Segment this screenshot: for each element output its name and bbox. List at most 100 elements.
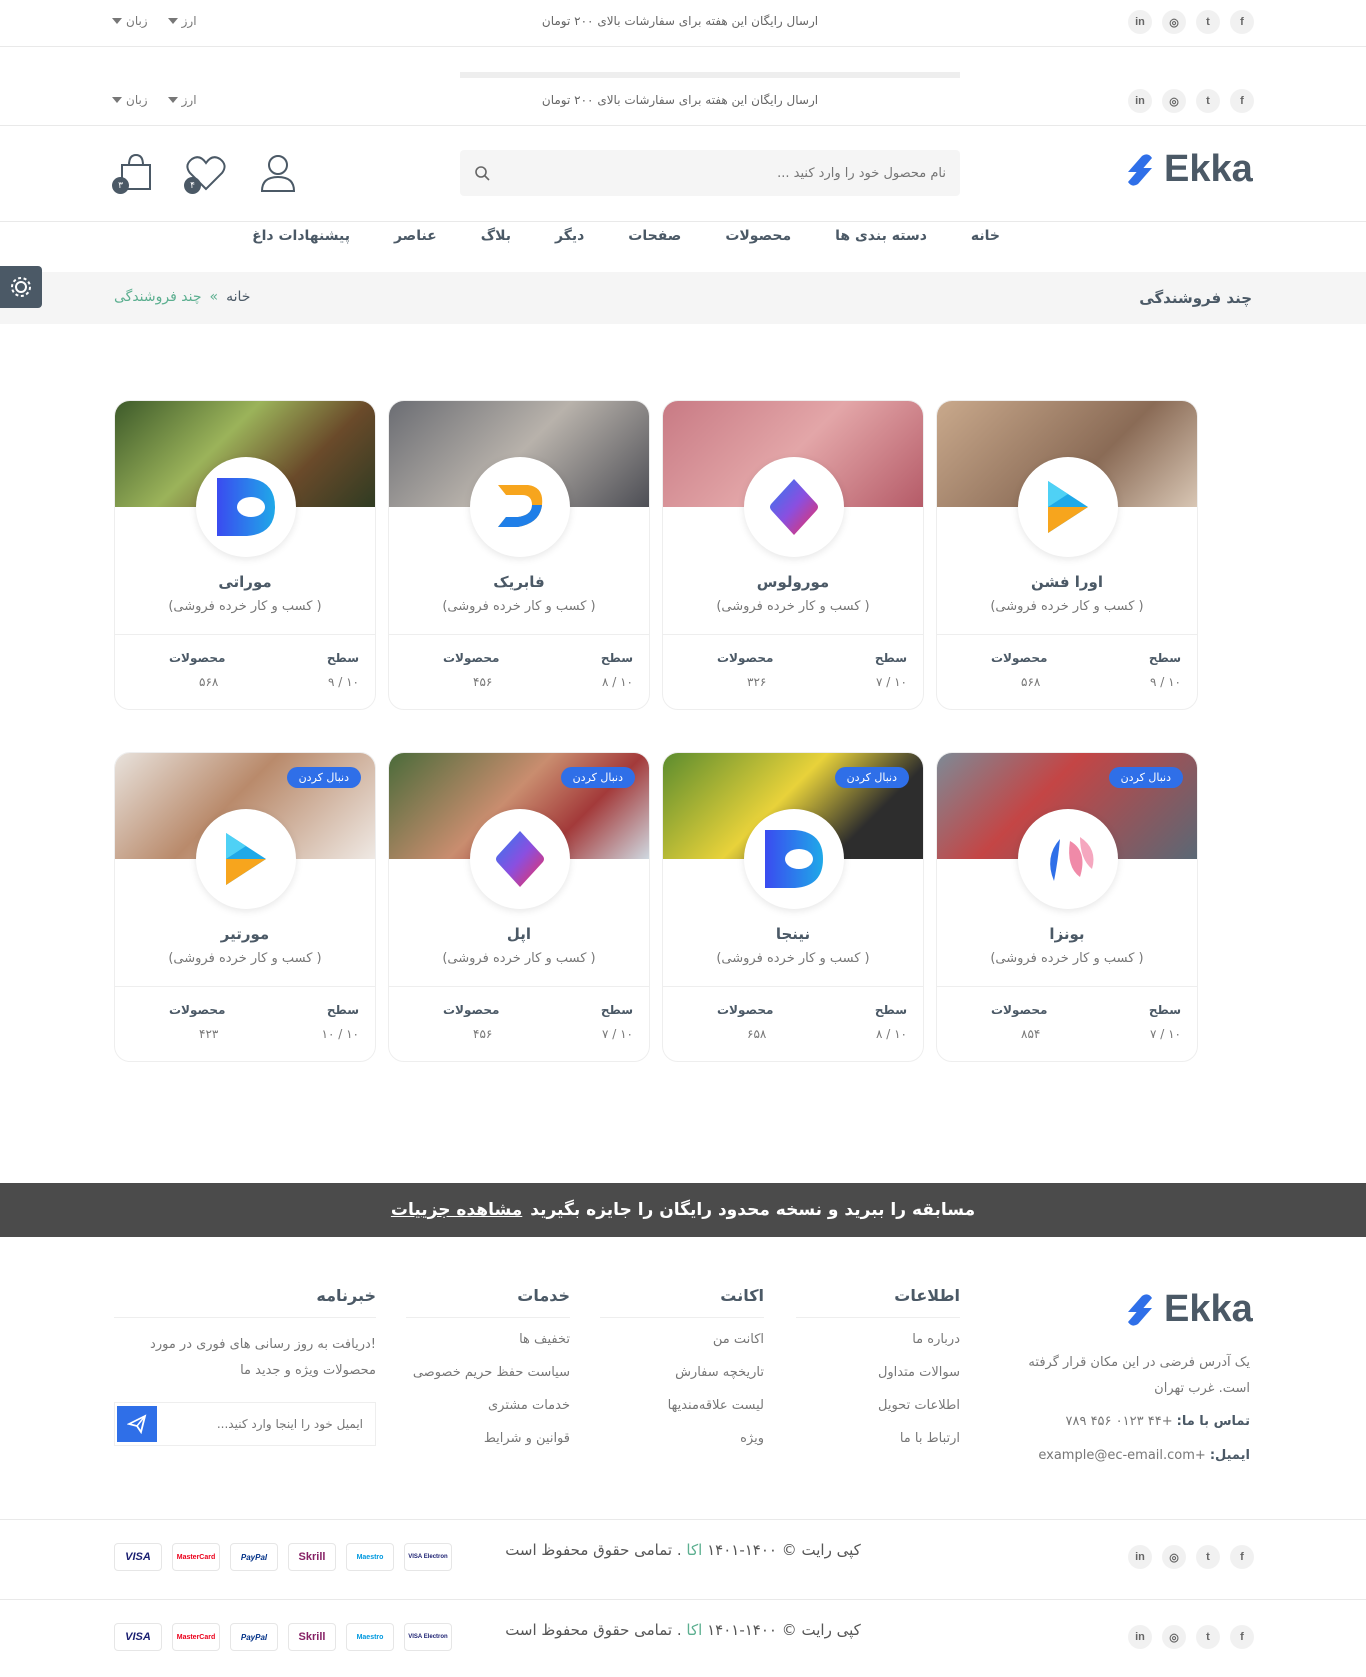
vendor-logo[interactable] bbox=[1018, 809, 1118, 909]
vendor-logo[interactable] bbox=[196, 457, 296, 557]
footer-link[interactable]: خدمات مشتری bbox=[406, 1398, 570, 1413]
copyright-text: . تمامی حقوق محفوظ است bbox=[505, 1621, 682, 1639]
divider bbox=[389, 634, 649, 635]
search-icon[interactable] bbox=[474, 165, 490, 181]
vendor-description: ( کسب و کار خرده فروشی) bbox=[442, 599, 596, 614]
instagram-icon[interactable]: ◎ bbox=[1162, 1625, 1186, 1649]
facebook-icon[interactable]: f bbox=[1230, 1545, 1254, 1569]
footer-logo[interactable]: Ekka bbox=[1120, 1288, 1253, 1331]
facebook-icon[interactable]: f bbox=[1230, 10, 1254, 34]
vendor-card[interactable]: موراتی ( کسب و کار خرده فروشی) سطح محصولات ۱… bbox=[114, 400, 376, 710]
vendor-name[interactable]: اپل bbox=[389, 925, 649, 943]
user-icon[interactable] bbox=[256, 151, 300, 195]
linkedin-icon[interactable]: in bbox=[1128, 1625, 1152, 1649]
email-value[interactable]: +example@ec-email.com bbox=[1038, 1448, 1205, 1463]
vendor-logo-icon bbox=[496, 831, 544, 887]
nav-hot-offers[interactable]: پیشنهادات داغ bbox=[252, 228, 350, 244]
send-button[interactable] bbox=[117, 1406, 157, 1442]
nav-home[interactable]: خانه bbox=[971, 228, 1000, 244]
follow-button[interactable]: دنبال کردن bbox=[560, 767, 635, 788]
nav-elements[interactable]: عناصر bbox=[394, 228, 437, 244]
vendor-name[interactable]: بونزا bbox=[937, 925, 1197, 943]
vendor-logo[interactable] bbox=[470, 457, 570, 557]
footer-link[interactable]: تاریخچه سفارش bbox=[600, 1365, 764, 1380]
language-select[interactable]: زبان bbox=[112, 93, 148, 107]
currency-select[interactable]: ارز bbox=[167, 14, 197, 28]
nav-blog[interactable]: بلاگ bbox=[481, 228, 511, 244]
follow-button[interactable]: دنبال کردن bbox=[286, 767, 361, 788]
logo-mark-icon bbox=[1128, 153, 1152, 186]
footer-link[interactable]: سیاست حفظ حریم خصوصی bbox=[406, 1365, 570, 1380]
vendor-logo-icon bbox=[498, 485, 543, 527]
footer-link[interactable]: ارتباط با ما bbox=[796, 1431, 960, 1446]
copyright-brand[interactable]: اکا bbox=[686, 1541, 702, 1559]
phone-value[interactable]: +۴۴ ۰۱۲۳ ۴۵۶ ۷۸۹ bbox=[1065, 1414, 1172, 1429]
vendor-card[interactable]: اورا فشن ( کسب و کار خرده فروشی) سطح محصولا… bbox=[936, 400, 1198, 710]
twitter-icon[interactable]: t bbox=[1196, 1625, 1220, 1649]
footer-link[interactable]: سوالات متداول bbox=[796, 1365, 960, 1380]
nav-others[interactable]: دیگر bbox=[555, 228, 584, 244]
vendor-logo[interactable] bbox=[470, 809, 570, 909]
instagram-icon[interactable]: ◎ bbox=[1162, 1545, 1186, 1569]
payment-methods: VISA MasterCard PayPal Skrill Maestro VI… bbox=[114, 1543, 452, 1571]
vendor-name[interactable]: مورتیر bbox=[115, 925, 375, 943]
products-value: ۵۶۸ bbox=[1021, 675, 1041, 689]
newsletter-email-input[interactable] bbox=[157, 1417, 375, 1431]
instagram-icon[interactable]: ◎ bbox=[1162, 10, 1186, 34]
vendor-card[interactable]: فابریک ( کسب و کار خرده فروشی) سطح محصولات ۱… bbox=[388, 400, 650, 710]
twitter-icon[interactable]: t bbox=[1196, 10, 1220, 34]
top-selectors: زبان ارز bbox=[112, 14, 197, 28]
footer-link[interactable]: ویژه bbox=[600, 1431, 764, 1446]
footer-link[interactable]: تخفیف ها bbox=[406, 1332, 570, 1347]
maestro-icon: Maestro bbox=[346, 1543, 394, 1571]
vendor-card[interactable]: مورولوس ( کسب و کار خرده فروشی) سطح محصولات… bbox=[662, 400, 924, 710]
nav-products[interactable]: محصولات bbox=[725, 228, 791, 244]
search-input[interactable] bbox=[526, 165, 946, 181]
nav-categories[interactable]: دسته بندی ها bbox=[835, 228, 927, 244]
twitter-icon[interactable]: t bbox=[1196, 89, 1220, 113]
footer-link[interactable]: قوانین و شرایط bbox=[406, 1431, 570, 1446]
breadcrumb-home[interactable]: خانه bbox=[226, 289, 250, 305]
linkedin-icon[interactable]: in bbox=[1128, 89, 1152, 113]
vendor-card[interactable]: دنبال کردن نینجا ( کسب و کار خرده فروشی) سط… bbox=[662, 752, 924, 1062]
facebook-icon[interactable]: f bbox=[1230, 89, 1254, 113]
footer-email: ایمیل: +example@ec-email.com bbox=[1038, 1448, 1250, 1463]
vendor-logo[interactable] bbox=[196, 809, 296, 909]
vendor-name[interactable]: فابریک bbox=[389, 573, 649, 591]
settings-toggle[interactable] bbox=[0, 266, 42, 308]
footer-link[interactable]: اطلاعات تحویل bbox=[796, 1398, 960, 1413]
vendor-logo[interactable] bbox=[1018, 457, 1118, 557]
vendor-name[interactable]: مورولوس bbox=[663, 573, 923, 591]
footer-link[interactable]: اکانت من bbox=[600, 1332, 764, 1347]
twitter-icon[interactable]: t bbox=[1196, 1545, 1220, 1569]
copyright-brand[interactable]: اکا bbox=[686, 1621, 702, 1639]
linkedin-icon[interactable]: in bbox=[1128, 10, 1152, 34]
vendor-name[interactable]: نینجا bbox=[663, 925, 923, 943]
follow-button[interactable]: دنبال کردن bbox=[1108, 767, 1183, 788]
footer-link[interactable]: درباره ما bbox=[796, 1332, 960, 1347]
vendor-name[interactable]: موراتی bbox=[115, 573, 375, 591]
wishlist-button[interactable]: ۴ bbox=[184, 151, 228, 195]
vendor-card[interactable]: دنبال کردن بونزا ( کسب و کار خرده فروشی) سط… bbox=[936, 752, 1198, 1062]
vendor-logo[interactable] bbox=[744, 809, 844, 909]
vendor-logo[interactable] bbox=[744, 457, 844, 557]
nav-pages[interactable]: صفحات bbox=[628, 228, 681, 244]
level-value: ۱۰ / ۹ bbox=[1149, 675, 1181, 689]
site-logo[interactable]: Ekka bbox=[1120, 148, 1253, 191]
vendor-card[interactable]: دنبال کردن اپل ( کسب و کار خرده فروشی) سطح م… bbox=[388, 752, 650, 1062]
cart-button[interactable]: ۳ bbox=[112, 151, 156, 195]
page-title: چند فروشندگی bbox=[1139, 289, 1252, 307]
follow-button[interactable]: دنبال کردن bbox=[834, 767, 909, 788]
copyright-text: کپی رایت © ۱۴۰۰-۱۴۰۱ bbox=[707, 1541, 861, 1559]
linkedin-icon[interactable]: in bbox=[1128, 1545, 1152, 1569]
currency-select[interactable]: ارز bbox=[167, 93, 197, 107]
promo-link[interactable]: مشاهده جزییات bbox=[391, 1200, 522, 1220]
language-select[interactable]: زبان bbox=[112, 14, 148, 28]
products-value: ۸۵۴ bbox=[1021, 1027, 1041, 1041]
vendor-card[interactable]: دنبال کردن مورتیر ( کسب و کار خرده فروشی) س… bbox=[114, 752, 376, 1062]
products-label: محصولات bbox=[169, 1003, 226, 1017]
instagram-icon[interactable]: ◎ bbox=[1162, 89, 1186, 113]
facebook-icon[interactable]: f bbox=[1230, 1625, 1254, 1649]
footer-link[interactable]: لیست علاقه‌مندیها bbox=[600, 1398, 764, 1413]
vendor-name[interactable]: اورا فشن bbox=[937, 573, 1197, 591]
